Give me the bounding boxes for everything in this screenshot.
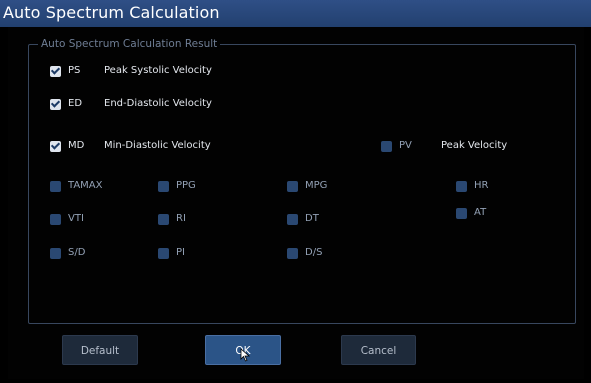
ds-checkbox[interactable]: D/S — [287, 247, 367, 263]
default-button[interactable]: Default — [62, 335, 138, 365]
checkbox-box — [287, 214, 298, 225]
dt-checkbox[interactable]: DT — [287, 213, 367, 229]
dt-abbr: DT — [305, 213, 319, 224]
pv-checkbox[interactable]: PV Peak Velocity — [381, 140, 531, 156]
mpg-abbr: MPG — [305, 180, 328, 191]
ppg-abbr: PPG — [176, 180, 196, 191]
checkbox-box — [381, 141, 392, 152]
ps-label: Peak Systolic Velocity — [104, 65, 212, 76]
checkbox-box — [50, 214, 61, 225]
md-label: Min-Diastolic Velocity — [104, 140, 211, 151]
pi-abbr: PI — [176, 247, 185, 258]
checkbox-box — [158, 181, 169, 192]
sd-abbr: S/D — [68, 247, 86, 258]
vti-abbr: VTI — [68, 213, 84, 224]
at-checkbox[interactable]: AT — [456, 207, 536, 223]
ri-checkbox[interactable]: RI — [158, 213, 238, 229]
check-icon — [50, 66, 61, 77]
checkbox-box — [456, 181, 467, 192]
tamax-checkbox[interactable]: TAMAX — [50, 180, 130, 196]
ppg-checkbox[interactable]: PPG — [158, 180, 238, 196]
md-abbr: MD — [68, 140, 85, 151]
hr-abbr: HR — [474, 180, 489, 191]
ed-checkbox[interactable]: ED End-Diastolic Velocity — [50, 98, 250, 114]
tamax-abbr: TAMAX — [68, 180, 103, 191]
ps-checkbox[interactable]: PS Peak Systolic Velocity — [50, 65, 250, 81]
mpg-checkbox[interactable]: MPG — [287, 180, 367, 196]
ed-abbr: ED — [68, 98, 83, 109]
checkbox-box — [50, 248, 61, 259]
pi-checkbox[interactable]: PI — [158, 247, 238, 263]
group-label: Auto Spectrum Calculation Result — [38, 38, 221, 50]
vti-checkbox[interactable]: VTI — [50, 213, 130, 229]
at-abbr: AT — [474, 207, 487, 218]
checkbox-box — [287, 248, 298, 259]
title-bar: Auto Spectrum Calculation — [0, 0, 591, 27]
ps-abbr: PS — [68, 65, 81, 76]
ed-label: End-Diastolic Velocity — [104, 98, 212, 109]
check-icon — [50, 141, 61, 152]
hr-checkbox[interactable]: HR — [456, 180, 536, 196]
sd-checkbox[interactable]: S/D — [50, 247, 130, 263]
pv-label: Peak Velocity — [441, 140, 508, 151]
pv-abbr: PV — [399, 140, 412, 151]
check-icon — [50, 99, 61, 110]
checkbox-box — [287, 181, 298, 192]
ds-abbr: D/S — [305, 247, 323, 258]
window-title: Auto Spectrum Calculation — [3, 3, 220, 22]
checkbox-box — [50, 181, 61, 192]
checkbox-box — [456, 208, 467, 219]
mouse-cursor-icon — [240, 348, 251, 362]
checkbox-box — [158, 248, 169, 259]
md-checkbox[interactable]: MD Min-Diastolic Velocity — [50, 140, 250, 156]
ri-abbr: RI — [176, 213, 186, 224]
cancel-button[interactable]: Cancel — [341, 335, 416, 365]
checkbox-box — [158, 214, 169, 225]
